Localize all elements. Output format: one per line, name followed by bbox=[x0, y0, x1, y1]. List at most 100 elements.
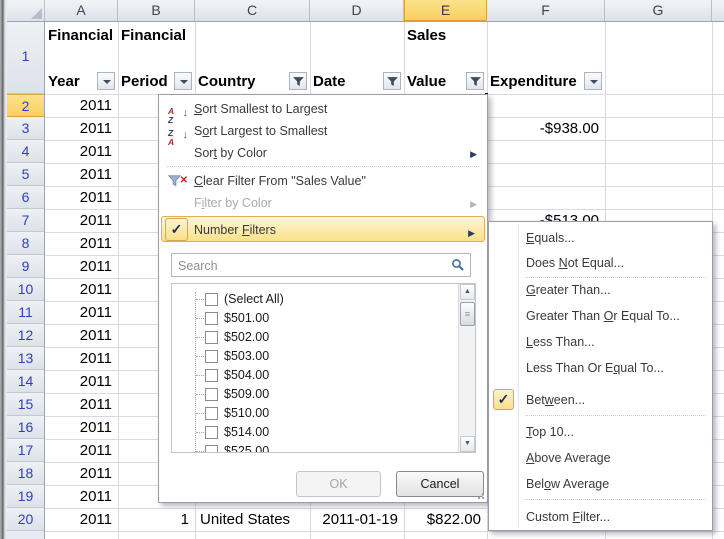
submenu-item-between[interactable]: ✓ Between... bbox=[490, 389, 711, 411]
cell-a9[interactable]: 2011 bbox=[45, 255, 118, 278]
cell-a14[interactable]: 2011 bbox=[45, 370, 118, 393]
checkbox[interactable] bbox=[205, 312, 218, 325]
list-item[interactable]: $502.00 bbox=[172, 328, 457, 347]
list-item[interactable]: $501.00 bbox=[172, 309, 457, 328]
header-cell-date[interactable]: Date bbox=[310, 22, 404, 94]
checkbox[interactable] bbox=[205, 407, 218, 420]
submenu-item-greater-than[interactable]: Greater Than... bbox=[490, 279, 711, 301]
submenu-item-does-not-equal[interactable]: Does Not Equal... bbox=[490, 252, 711, 274]
cell-a18[interactable]: 2011 bbox=[45, 462, 118, 485]
filter-dropdown-button-date[interactable] bbox=[383, 72, 401, 90]
cell-a3[interactable]: 2011 bbox=[45, 117, 118, 140]
submenu-item-greater-than-or-equal[interactable]: Greater Than Or Equal To... bbox=[490, 305, 711, 327]
cell-e20[interactable]: $822.00 bbox=[404, 508, 487, 531]
list-item[interactable]: $514.00 bbox=[172, 423, 457, 442]
menu-item-sort-largest-to-smallest[interactable]: ZA↓ Sort Largest to Smallest bbox=[160, 120, 486, 142]
menu-item-sort-by-color[interactable]: Sort by Color ▶ bbox=[160, 142, 486, 164]
cell-a6[interactable]: 2011 bbox=[45, 186, 118, 209]
cell-a12[interactable]: 2011 bbox=[45, 324, 118, 347]
row-header-10[interactable]: 10 bbox=[7, 278, 44, 301]
search-input[interactable] bbox=[176, 256, 450, 276]
scroll-thumb[interactable]: ≡ bbox=[460, 302, 475, 326]
cell-a11[interactable]: 2011 bbox=[45, 301, 118, 324]
cell-a16[interactable]: 2011 bbox=[45, 416, 118, 439]
list-item[interactable]: $525.00 bbox=[172, 442, 457, 453]
cell-f3[interactable]: -$938.00 bbox=[487, 117, 605, 140]
filter-dropdown-button-sales-value[interactable] bbox=[466, 72, 484, 90]
column-header-e-selected[interactable]: E bbox=[404, 0, 487, 22]
ok-button[interactable]: OK bbox=[296, 471, 381, 497]
row-header-7[interactable]: 7 bbox=[7, 209, 44, 232]
menu-item-filter-by-color[interactable]: Filter by Color ▶ bbox=[160, 192, 486, 214]
filter-dropdown-button-expenditure[interactable] bbox=[584, 72, 602, 90]
checkbox[interactable] bbox=[205, 331, 218, 344]
select-all-corner[interactable] bbox=[7, 0, 45, 21]
row-header-1[interactable]: 1 bbox=[7, 22, 44, 94]
cell-a5[interactable]: 2011 bbox=[45, 163, 118, 186]
header-cell-country[interactable]: Country bbox=[195, 22, 310, 94]
filter-dropdown-button-year[interactable] bbox=[97, 72, 115, 90]
list-item[interactable]: $509.00 bbox=[172, 385, 457, 404]
menu-item-clear-filter[interactable]: ✕ Clear Filter From "Sales Value" bbox=[160, 170, 486, 192]
cancel-button[interactable]: Cancel bbox=[396, 471, 484, 497]
submenu-item-custom-filter[interactable]: Custom Filter... bbox=[490, 506, 711, 528]
cell-a7[interactable]: 2011 bbox=[45, 209, 118, 232]
scroll-up-button[interactable]: ▲ bbox=[460, 284, 475, 300]
row-header-19[interactable]: 19 bbox=[7, 485, 44, 508]
header-cell-sales-value[interactable]: Sales Value bbox=[404, 22, 487, 94]
row-header-14[interactable]: 14 bbox=[7, 370, 44, 393]
cell-a2[interactable]: 2011 bbox=[45, 94, 118, 117]
scroll-down-button[interactable]: ▼ bbox=[460, 436, 475, 452]
row-header-16[interactable]: 16 bbox=[7, 416, 44, 439]
row-header-18[interactable]: 18 bbox=[7, 462, 44, 485]
row-header-12[interactable]: 12 bbox=[7, 324, 44, 347]
header-cell-financial-period[interactable]: Financial Period bbox=[118, 22, 195, 94]
cell-a17[interactable]: 2011 bbox=[45, 439, 118, 462]
list-item[interactable]: $503.00 bbox=[172, 347, 457, 366]
checkbox[interactable] bbox=[205, 445, 218, 453]
checkbox[interactable] bbox=[205, 350, 218, 363]
list-item-select-all[interactable]: (Select All) bbox=[172, 290, 457, 309]
cell-d20[interactable]: 2011-01-19 bbox=[310, 508, 404, 531]
row-header-13[interactable]: 13 bbox=[7, 347, 44, 370]
submenu-item-above-average[interactable]: Above Average bbox=[490, 447, 711, 469]
row-header-4[interactable]: 4 bbox=[7, 140, 44, 163]
submenu-item-top-10[interactable]: Top 10... bbox=[490, 421, 711, 443]
row-header-9[interactable]: 9 bbox=[7, 255, 44, 278]
checkbox[interactable] bbox=[205, 293, 218, 306]
list-scrollbar[interactable]: ▲ ≡ ▼ bbox=[458, 284, 475, 452]
header-cell-expenditure[interactable]: Expenditure bbox=[487, 22, 605, 94]
column-header-b[interactable]: B bbox=[118, 0, 195, 21]
cell-a8[interactable]: 2011 bbox=[45, 232, 118, 255]
menu-item-number-filters[interactable]: ✓ Number Filters ▶ bbox=[161, 216, 485, 242]
cell-a15[interactable]: 2011 bbox=[45, 393, 118, 416]
filter-dropdown-button-country[interactable] bbox=[289, 72, 307, 90]
resize-grip[interactable] bbox=[475, 490, 484, 499]
row-header-17[interactable]: 17 bbox=[7, 439, 44, 462]
cell-a4[interactable]: 2011 bbox=[45, 140, 118, 163]
list-item[interactable]: $504.00 bbox=[172, 366, 457, 385]
submenu-item-below-average[interactable]: Below Average bbox=[490, 473, 711, 495]
cell-b20[interactable]: 1 bbox=[118, 508, 195, 531]
submenu-item-equals[interactable]: Equals... bbox=[490, 227, 711, 249]
row-header-15[interactable]: 15 bbox=[7, 393, 44, 416]
cell-a10[interactable]: 2011 bbox=[45, 278, 118, 301]
filter-dropdown-button-period[interactable] bbox=[174, 72, 192, 90]
header-cell-financial-year[interactable]: Financial Year bbox=[45, 22, 118, 94]
row-header-3[interactable]: 3 bbox=[7, 117, 44, 140]
column-header-g[interactable]: G bbox=[605, 0, 712, 21]
cell-a20[interactable]: 2011 bbox=[45, 508, 118, 531]
submenu-item-less-than-or-equal[interactable]: Less Than Or Equal To... bbox=[490, 357, 711, 379]
row-header-8[interactable]: 8 bbox=[7, 232, 44, 255]
column-header-a[interactable]: A bbox=[45, 0, 118, 21]
cell-a19[interactable]: 2011 bbox=[45, 485, 118, 508]
checkbox[interactable] bbox=[205, 388, 218, 401]
checkbox[interactable] bbox=[205, 369, 218, 382]
cell-a13[interactable]: 2011 bbox=[45, 347, 118, 370]
column-header-f[interactable]: F bbox=[487, 0, 605, 21]
checkbox[interactable] bbox=[205, 426, 218, 439]
submenu-item-less-than[interactable]: Less Than... bbox=[490, 331, 711, 353]
row-header-6[interactable]: 6 bbox=[7, 186, 44, 209]
column-header-d[interactable]: D bbox=[310, 0, 404, 21]
cell-c20[interactable]: United States bbox=[195, 508, 310, 531]
